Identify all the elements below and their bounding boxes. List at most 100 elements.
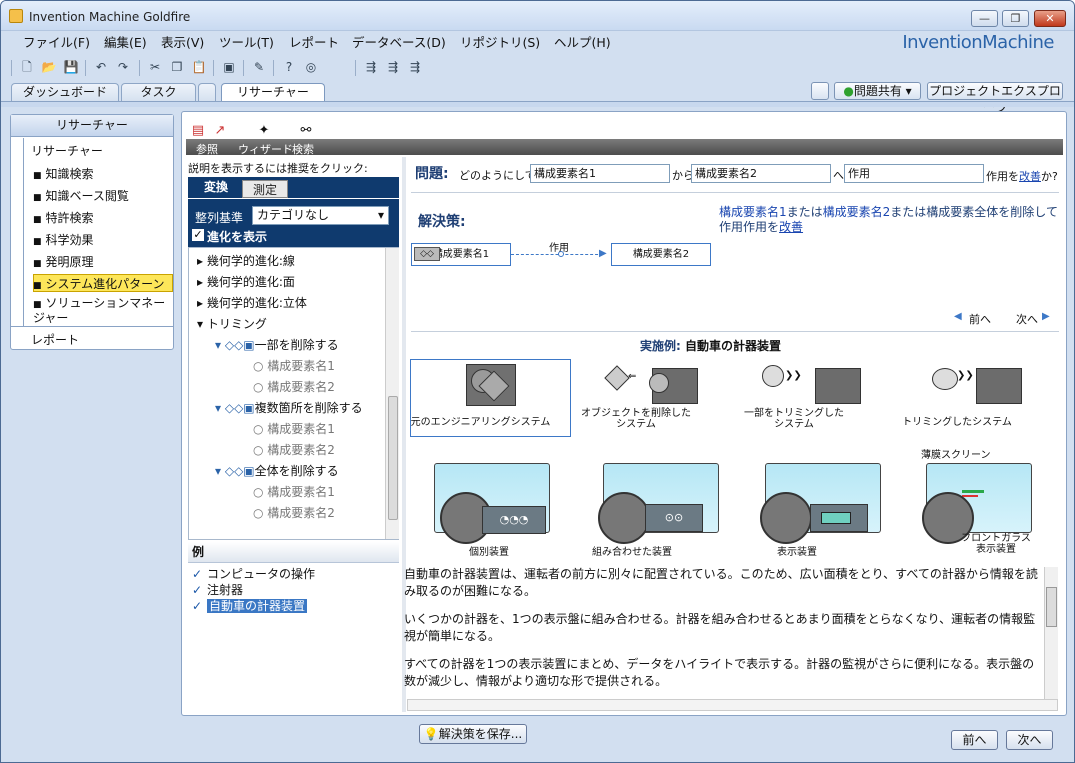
tree-node-volume[interactable]: ▸ 幾何学的進化:立体 — [197, 294, 307, 311]
notes-icon[interactable]: ✎ — [251, 59, 267, 75]
menu-repository[interactable]: リポジトリ(S) — [452, 34, 548, 52]
menu-file[interactable]: ファイル(F) — [15, 34, 98, 52]
tree-leaf[interactable]: ○ 構成要素名1 — [253, 483, 335, 500]
sidebar-item-patent-search[interactable]: 特許検索 — [33, 209, 94, 226]
reference-label[interactable]: 参照 — [196, 141, 218, 157]
horizontal-scrollbar[interactable] — [407, 699, 1058, 711]
close-button[interactable]: ✕ — [1034, 10, 1066, 27]
description-scrollbar[interactable] — [1044, 567, 1058, 699]
to-text: へ — [833, 169, 844, 182]
export-icon[interactable]: ⇶ — [363, 59, 379, 75]
next-button[interactable]: 次へ — [1006, 730, 1053, 750]
tree-leaf[interactable]: ○ 構成要素名2 — [253, 504, 335, 521]
sidebar-item-inventive-principles[interactable]: 発明原理 — [33, 253, 94, 270]
tree-scroll-thumb[interactable] — [388, 396, 398, 520]
sort-select[interactable]: カテゴリなし ▾ — [252, 206, 389, 225]
tree-node-partial[interactable]: ▾ ◇◇▣一部を削除する — [215, 336, 339, 353]
project-explorer-button[interactable]: プロジェクトエクスプローラ — [927, 82, 1063, 114]
example-item-syringe[interactable]: ✓ 注射器 — [192, 581, 243, 598]
open-folder-icon[interactable]: 📂 — [41, 59, 57, 75]
paste-icon[interactable]: 📋 — [191, 59, 207, 75]
sidebar-section-title: リサーチャー — [31, 144, 103, 158]
improve-link[interactable]: 改善 — [1019, 170, 1041, 183]
component1-input[interactable]: 構成要素名1 — [530, 164, 670, 183]
tab-researcher[interactable]: リサーチャー — [221, 83, 325, 103]
prev-button[interactable]: 前へ — [951, 730, 998, 750]
component2-input[interactable]: 構成要素名2 — [691, 164, 831, 183]
solution-comp2[interactable]: 構成要素名2 — [823, 205, 891, 219]
small-toggle-button[interactable] — [811, 82, 829, 100]
tree-leaf[interactable]: ○ 構成要素名2 — [253, 441, 335, 458]
tab-measure[interactable]: 測定 — [242, 180, 288, 198]
next-link[interactable]: 次へ — [1016, 311, 1038, 327]
tree-node-line[interactable]: ▸ 幾何学的進化:線 — [197, 252, 295, 269]
sidebar-item-knowledge-search[interactable]: 知識検索 — [33, 165, 94, 182]
tab-blank[interactable] — [198, 83, 216, 102]
prev-link[interactable]: 前へ — [969, 311, 991, 327]
example-item-computer[interactable]: ✓ コンピュータの操作 — [192, 565, 315, 582]
sidebar-item-science-effects[interactable]: 科学効果 — [33, 231, 94, 248]
toolbar-separator — [85, 60, 86, 76]
minimize-button[interactable]: — — [971, 10, 998, 27]
circle-shape — [649, 373, 669, 393]
next-arrow-icon[interactable]: ▶ — [1042, 311, 1050, 322]
reference-icon[interactable]: ▤ — [190, 123, 206, 139]
share-problem-button[interactable]: ●問題共有 ▾ — [834, 82, 921, 100]
copy-icon[interactable]: ❐ — [169, 59, 185, 75]
title-bar: Invention Machine Goldfire — ❐ ✕ — [1, 1, 1074, 31]
help-icon[interactable]: ? — [281, 59, 297, 75]
redo-icon[interactable]: ↷ — [115, 59, 131, 75]
wizard-label[interactable]: ウィザード — [238, 141, 293, 157]
search-label[interactable]: 検索 — [292, 141, 314, 157]
sidebar-item-solution-manager[interactable]: ソリューションマネージャー — [33, 297, 169, 325]
sidebar-item-evolution-patterns[interactable]: システム進化パターン — [33, 275, 165, 292]
maximize-button[interactable]: ❐ — [1002, 10, 1029, 27]
menu-edit[interactable]: 編集(E) — [96, 34, 155, 52]
solution-improve-link[interactable]: 改善 — [779, 220, 803, 234]
save-solution-button[interactable]: 💡解決策を保存... — [419, 724, 527, 744]
options-icon[interactable]: ◎ — [303, 59, 319, 75]
tree-leaf[interactable]: ○ 構成要素名1 — [253, 357, 335, 374]
new-file-icon[interactable]: 🗋 — [19, 59, 35, 75]
show-evolution-checkbox[interactable]: ✓ — [192, 229, 204, 241]
chart-icon[interactable]: ↗ — [212, 123, 228, 139]
tree-node-multiple[interactable]: ▾ ◇◇▣複数箇所を削除する — [215, 399, 363, 416]
save-icon[interactable]: 💾 — [63, 59, 79, 75]
tree-leaf[interactable]: ○ 構成要素名2 — [253, 378, 335, 395]
tab-transform[interactable]: 変換 — [190, 178, 242, 198]
sidebar-item-knowledge-browse[interactable]: 知識ベース閲覧 — [33, 187, 129, 204]
example-item-car-gauges[interactable]: ✓ 自動車の計器装置 — [192, 597, 308, 614]
action-input[interactable]: 作用 — [844, 164, 984, 183]
tree-leaf[interactable]: ○ 構成要素名1 — [253, 420, 335, 437]
description-scroll-thumb[interactable] — [1046, 587, 1057, 627]
export3-icon[interactable]: ⇶ — [407, 59, 423, 75]
binoculars-icon[interactable]: ⚯ — [298, 123, 314, 139]
picture-icon[interactable]: ▣ — [221, 59, 237, 75]
tree-node-trimming[interactable]: ▾ トリミング — [197, 315, 267, 332]
prev-arrow-icon[interactable]: ◀ — [954, 311, 962, 322]
steering-wheel-icon — [598, 492, 650, 544]
diagram-link-line — [511, 254, 603, 255]
tab-task[interactable]: タスク — [121, 83, 196, 102]
tree-node-surface[interactable]: ▸ 幾何学的進化:面 — [197, 273, 295, 290]
problem-divider — [411, 192, 1059, 193]
menu-view[interactable]: 表示(V) — [153, 34, 212, 52]
cut-icon[interactable]: ✂ — [147, 59, 163, 75]
tree-scrollbar[interactable] — [385, 248, 399, 539]
menu-report[interactable]: レポート — [281, 34, 347, 52]
sidebar-header[interactable]: リサーチャー — [11, 115, 173, 137]
menu-database[interactable]: データベース(D) — [344, 34, 454, 52]
sidebar-rule — [23, 138, 24, 326]
wizard-icon[interactable]: ✦ — [256, 123, 272, 139]
tab-dashboard[interactable]: ダッシュボード — [11, 83, 119, 102]
export2-icon[interactable]: ⇶ — [385, 59, 401, 75]
diagram-link-label: 作用 — [549, 243, 569, 254]
undo-icon[interactable]: ↶ — [93, 59, 109, 75]
tree-node-whole[interactable]: ▾ ◇◇▣全体を削除する — [215, 462, 339, 479]
menu-help[interactable]: ヘルプ(H) — [546, 34, 619, 52]
steering-wheel-icon — [760, 492, 812, 544]
arrow-right-icon: ▶ — [599, 248, 607, 259]
sidebar-report[interactable]: レポート — [31, 331, 79, 348]
solution-comp1[interactable]: 構成要素名1 — [719, 205, 787, 219]
menu-tools[interactable]: ツール(T) — [211, 34, 282, 52]
